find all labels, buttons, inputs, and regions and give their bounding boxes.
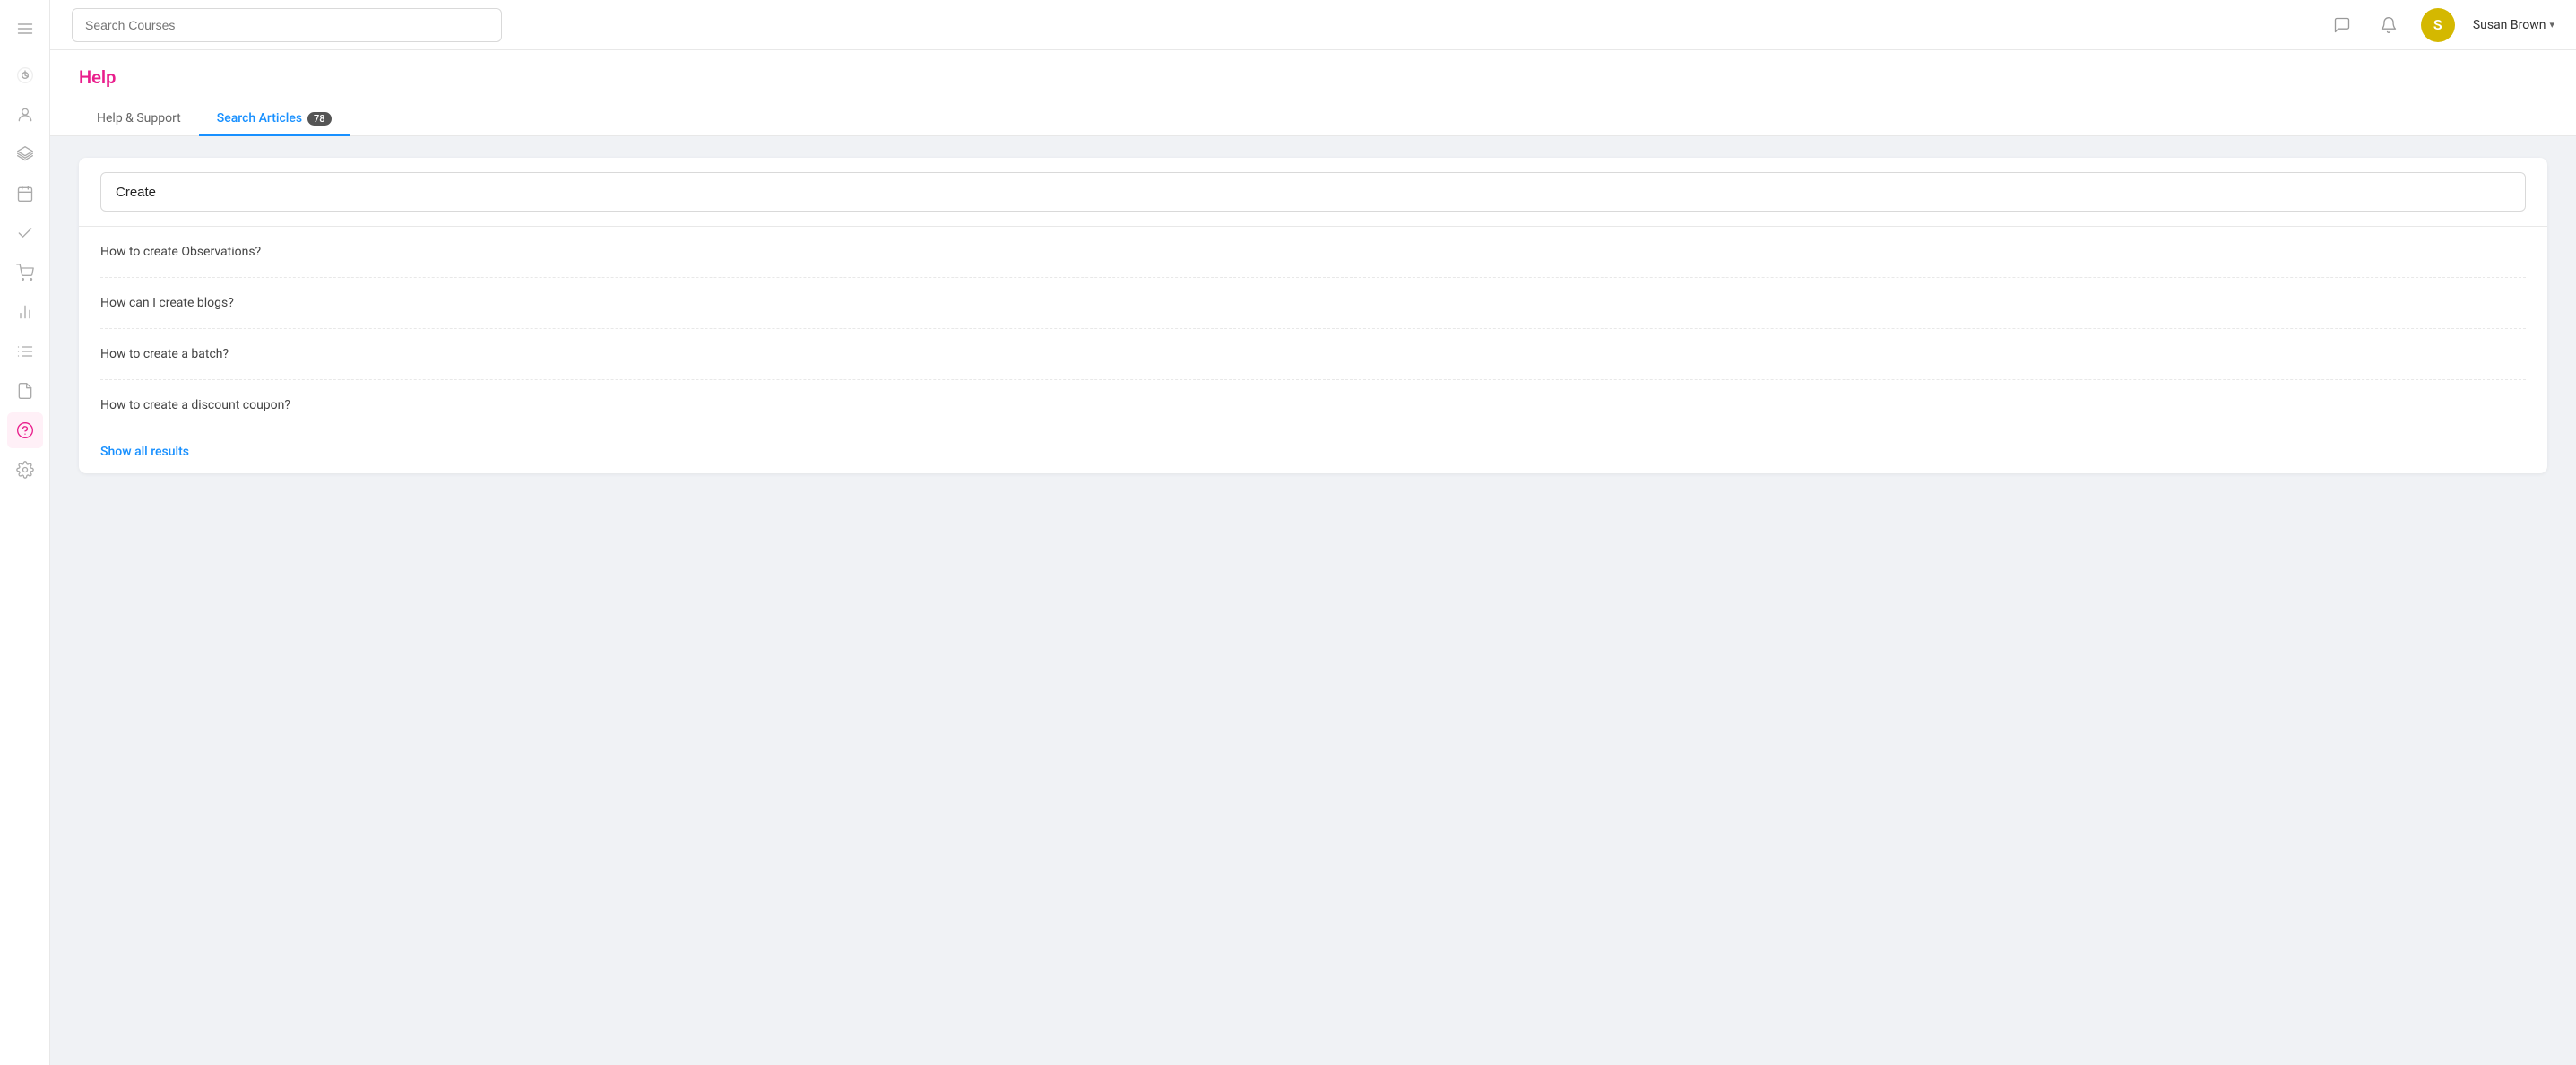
page-title: Help (79, 66, 2547, 88)
sidebar-item-dashboard[interactable] (7, 57, 43, 93)
sidebar-item-documents[interactable] (7, 373, 43, 409)
notifications-icon[interactable] (2374, 11, 2403, 39)
sidebar-item-calendar[interactable] (7, 176, 43, 212)
sidebar-item-tasks[interactable] (7, 215, 43, 251)
tab-search-articles[interactable]: Search Articles 78 (199, 102, 350, 136)
search-bar (72, 8, 502, 42)
user-name[interactable]: Susan Brown ▾ (2473, 18, 2554, 32)
sidebar-item-list[interactable] (7, 333, 43, 369)
app-layout: S Susan Brown ▾ Help Help & Support Sear… (0, 0, 2576, 1065)
search-courses-input[interactable] (72, 8, 502, 42)
messages-icon[interactable] (2328, 11, 2356, 39)
tab-help-support[interactable]: Help & Support (79, 102, 199, 136)
article-list: How to create Observations? How can I cr… (79, 227, 2547, 430)
sidebar (0, 0, 50, 1065)
sidebar-item-settings[interactable] (7, 452, 43, 488)
show-all-results-link[interactable]: Show all results (79, 430, 211, 473)
avatar[interactable]: S (2421, 8, 2455, 42)
article-item[interactable]: How can I create blogs? (100, 278, 2526, 329)
content-panel: How to create Observations? How can I cr… (79, 158, 2547, 473)
article-item[interactable]: How to create a discount coupon? (100, 380, 2526, 430)
topnav-right: S Susan Brown ▾ (2328, 8, 2554, 42)
article-item[interactable]: How to create Observations? (100, 227, 2526, 278)
articles-search-input[interactable] (100, 172, 2526, 212)
chevron-down-icon: ▾ (2549, 19, 2554, 30)
sidebar-item-reports[interactable] (7, 294, 43, 330)
articles-count-badge: 78 (307, 112, 332, 126)
menu-icon[interactable] (7, 11, 43, 47)
sidebar-item-users[interactable] (7, 97, 43, 133)
content-area: Help Help & Support Search Articles 78 (50, 50, 2576, 1065)
sidebar-item-help[interactable] (7, 412, 43, 448)
topnav: S Susan Brown ▾ (50, 0, 2576, 50)
page-header: Help Help & Support Search Articles 78 (50, 50, 2576, 136)
articles-search (79, 158, 2547, 227)
article-item[interactable]: How to create a batch? (100, 329, 2526, 380)
tabs: Help & Support Search Articles 78 (79, 102, 2547, 135)
sidebar-item-courses[interactable] (7, 136, 43, 172)
sidebar-item-shop[interactable] (7, 255, 43, 290)
main-area: S Susan Brown ▾ Help Help & Support Sear… (50, 0, 2576, 1065)
